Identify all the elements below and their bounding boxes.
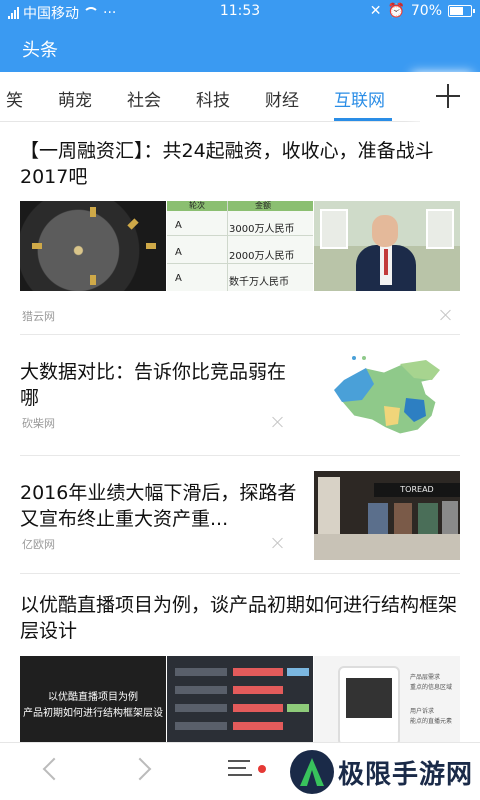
table-cell: A xyxy=(175,247,182,258)
article-source: 亿欧网 xyxy=(22,538,55,551)
add-channel-icon[interactable] xyxy=(420,72,480,122)
close-icon[interactable] xyxy=(440,309,452,321)
article-source: 砍柴网 xyxy=(22,417,55,430)
mockup-note: 产品层需求 xyxy=(410,674,441,681)
table-header: 金额 xyxy=(255,201,271,210)
table-cell: 2000万人民币 xyxy=(229,251,295,262)
tab-xiao[interactable]: 笑 xyxy=(6,86,23,111)
mockup-note: 能点的直播元素 xyxy=(410,718,453,725)
back-icon[interactable] xyxy=(42,757,66,781)
app-bar: 头条 xyxy=(0,24,480,72)
article-title[interactable]: 大数据对比：告诉你比竞品弱在哪 xyxy=(20,359,290,411)
forward-icon[interactable] xyxy=(128,757,152,781)
watermark-icon xyxy=(290,750,334,794)
app-title: 头条 xyxy=(22,40,58,61)
tab-finance[interactable]: 财经 xyxy=(265,86,299,111)
clock-thumbnail xyxy=(20,201,166,291)
table-thumbnail: 轮次 金额 A 3000万人民币 A 2000万人民币 A 数千万人民币 xyxy=(167,201,313,291)
china-map-thumbnail xyxy=(314,350,460,444)
article-title[interactable]: 2016年业绩大幅下滑后，探路者又宣布终止重大资产重... xyxy=(20,480,302,532)
mockup-note: 用户诉求 xyxy=(410,708,435,715)
notification-dot xyxy=(258,765,266,773)
menu-icon[interactable] xyxy=(228,758,254,778)
slide-line: 以优酷直播项目为例 xyxy=(48,692,138,703)
battery-icon xyxy=(448,5,475,17)
store-sign: TOREAD xyxy=(374,483,460,497)
tab-society[interactable]: 社会 xyxy=(127,86,161,111)
mockup-note: 重点的信息区域 xyxy=(410,684,453,691)
close-icon[interactable] xyxy=(272,537,284,549)
table-header: 轮次 xyxy=(189,201,205,210)
person-thumbnail xyxy=(314,201,460,291)
close-icon[interactable] xyxy=(272,416,284,428)
watermark-logo: 极限手游网 xyxy=(288,746,480,800)
status-bar: 中国移动 ··· 11:53 ✕ ⏰ 70% xyxy=(0,0,480,24)
tab-internet[interactable]: 互联网 xyxy=(334,86,385,111)
table-cell: A xyxy=(175,273,182,284)
article-title[interactable]: 【一周融资汇】：共24起融资，收收心，准备战斗2017吧 xyxy=(20,138,450,190)
slide-thumbnail: 以优酷直播项目为例 产品初期如何进行结构框架层设 xyxy=(20,656,166,746)
alarm-icon: ⏰ xyxy=(387,3,405,19)
tab-tech[interactable]: 科技 xyxy=(196,86,230,111)
table-cell: 数千万人民币 xyxy=(229,277,289,288)
mute-icon: ✕ xyxy=(369,3,382,19)
tab-pets[interactable]: 萌宠 xyxy=(58,86,92,111)
category-tabs: 笑 萌宠 社会 科技 财经 互联网 xyxy=(0,72,480,122)
phone-mockup-thumbnail: 产品层需求 重点的信息区域 用户诉求 能点的直播元素 xyxy=(314,656,460,746)
store-thumbnail: TOREAD xyxy=(314,471,460,560)
table-cell: A xyxy=(175,220,182,231)
article-title[interactable]: 以优酷直播项目为例，谈产品初期如何进行结构框架层设计 xyxy=(20,592,460,644)
article-source: 猎云网 xyxy=(22,310,55,323)
battery-percent: 70% xyxy=(410,3,442,19)
flowchart-thumbnail xyxy=(167,656,313,746)
table-cell: 3000万人民币 xyxy=(229,224,295,235)
slide-line: 产品初期如何进行结构框架层设 xyxy=(23,708,163,719)
active-tab-indicator xyxy=(334,118,392,121)
watermark-text: 极限手游网 xyxy=(338,760,474,790)
